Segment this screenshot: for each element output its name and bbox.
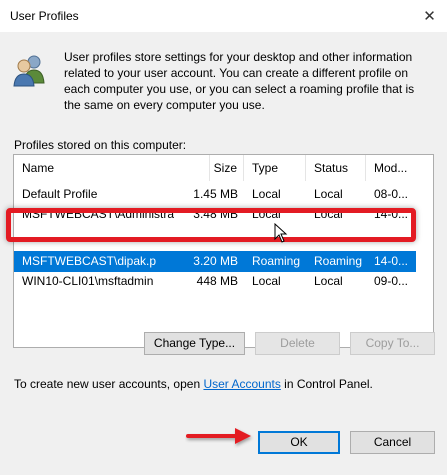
annotation-arrow-icon — [186, 428, 251, 444]
profiles-label: Profiles stored on this computer: — [14, 138, 187, 152]
cell-status: Local — [314, 187, 343, 201]
cell-size: 1.45 MB — [193, 187, 238, 201]
dialog-body: User profiles store settings for your de… — [0, 32, 447, 475]
cell-modified: 09-0... — [374, 274, 409, 288]
cell-name: MSFTWEBCAST\dipak.p — [22, 254, 157, 268]
column-header-modified[interactable]: Mod... — [366, 155, 416, 181]
table-row-selected[interactable]: MSFTWEBCAST\dipak.p 3.20 MB Roaming Roam… — [14, 251, 416, 272]
cell-modified: 08-0... — [374, 187, 409, 201]
table-row[interactable]: Default Profile 1.45 MB Local Local 08-0… — [14, 184, 416, 205]
close-icon: ✕ — [423, 8, 436, 25]
change-type-button[interactable]: Change Type... — [144, 332, 245, 355]
cell-status: Local — [314, 274, 343, 288]
window-title: User Profiles — [10, 9, 79, 23]
list-header: Name Size Type Status Mod... — [14, 155, 433, 181]
cancel-button[interactable]: Cancel — [350, 431, 435, 454]
column-header-name[interactable]: Name — [14, 155, 210, 181]
close-button[interactable]: ✕ — [412, 0, 447, 32]
copy-to-button[interactable]: Copy To... — [350, 332, 435, 355]
cell-size: 3.48 MB — [193, 207, 238, 221]
column-header-type[interactable]: Type — [244, 155, 306, 181]
column-header-size[interactable]: Size — [210, 155, 244, 181]
cell-status: Local — [314, 207, 343, 221]
footer-text: To create new user accounts, open User A… — [14, 377, 373, 391]
cell-name: WIN10-CLI01\msftadmin — [22, 274, 154, 288]
cell-type: Local — [252, 187, 281, 201]
column-header-status[interactable]: Status — [306, 155, 366, 181]
footer-prefix: To create new user accounts, open — [14, 377, 204, 391]
users-icon — [13, 55, 45, 87]
table-row[interactable]: WIN10-CLI01\msftadmin 448 MB Local Local… — [14, 271, 416, 292]
cell-size: 448 MB — [196, 274, 238, 288]
ok-button[interactable]: OK — [258, 431, 340, 454]
title-bar: User Profiles ✕ — [0, 0, 447, 32]
cell-type: Roaming — [252, 254, 301, 268]
cell-type: Local — [252, 274, 281, 288]
footer-suffix: in Control Panel. — [280, 377, 373, 391]
delete-button[interactable]: Delete — [255, 332, 340, 355]
table-row[interactable]: MSFTWEBCAST\Administrat... 3.48 MB Local… — [14, 204, 416, 225]
user-accounts-link[interactable]: User Accounts — [203, 377, 280, 391]
cell-name: Default Profile — [22, 187, 98, 201]
cell-size: 3.20 MB — [193, 254, 238, 268]
cell-name: MSFTWEBCAST\Administrat... — [22, 207, 174, 221]
cell-modified: 14-0... — [374, 207, 409, 221]
mouse-cursor-icon — [274, 223, 288, 243]
cell-type: Local — [252, 207, 281, 221]
profiles-listview[interactable]: Name Size Type Status Mod... Default Pro… — [13, 154, 434, 348]
cell-modified: 14-0... — [374, 254, 409, 268]
cell-status: Roaming — [314, 254, 363, 268]
description-text: User profiles store settings for your de… — [64, 50, 415, 112]
